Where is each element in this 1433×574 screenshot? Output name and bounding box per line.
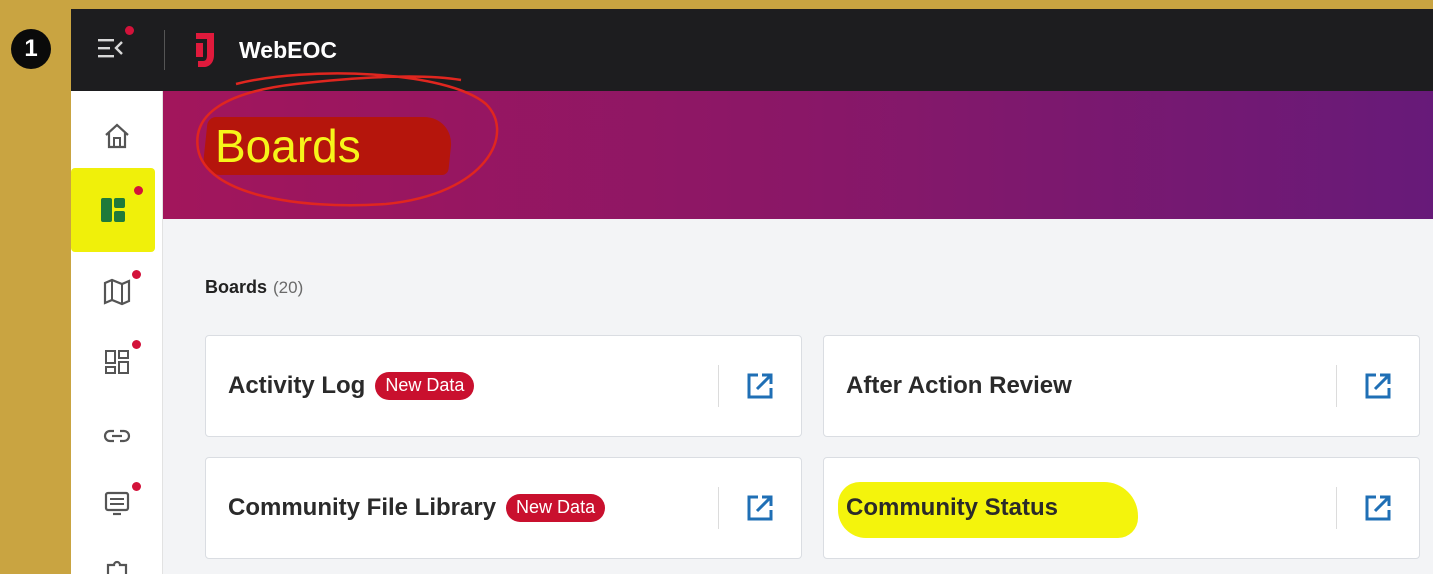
board-card-title-wrap: After Action Review xyxy=(824,372,1336,400)
sidebar-item-displays[interactable] xyxy=(71,473,163,535)
boards-icon xyxy=(101,198,125,222)
board-name[interactable]: Activity Log xyxy=(228,372,365,400)
board-name[interactable]: After Action Review xyxy=(846,372,1072,400)
open-board-button[interactable] xyxy=(719,457,801,559)
notification-dot xyxy=(132,270,141,279)
open-external-icon xyxy=(747,373,773,399)
boards-section-header: Boards (20) xyxy=(205,277,303,298)
sidebar-item-boards[interactable] xyxy=(71,168,155,252)
red-circle-annotation xyxy=(196,72,499,207)
notification-dot xyxy=(134,186,143,195)
display-icon xyxy=(104,491,130,516)
link-icon xyxy=(103,429,131,443)
sidebar-item-dashboards[interactable] xyxy=(71,331,163,393)
board-card-after-action-review[interactable]: After Action Review xyxy=(823,335,1420,437)
sidebar-item-links[interactable] xyxy=(71,405,163,467)
open-external-icon xyxy=(747,495,773,521)
board-card-title-wrap: Activity Log New Data xyxy=(206,372,718,400)
open-external-icon xyxy=(1365,495,1391,521)
open-external-icon xyxy=(1365,373,1391,399)
webeoc-window: WebEOC Boards Boards (20) Activity Log N… xyxy=(71,9,1433,574)
sidebar-item-home[interactable] xyxy=(71,105,163,167)
open-board-button[interactable] xyxy=(1337,335,1419,437)
home-icon xyxy=(105,123,129,149)
sidebar-item-maps[interactable] xyxy=(71,261,163,323)
app-title: WebEOC xyxy=(239,36,337,63)
board-name[interactable]: Community File Library xyxy=(228,494,496,522)
menu-toggle-button[interactable] xyxy=(71,9,151,91)
boards-count: (20) xyxy=(273,278,304,297)
notification-dot xyxy=(132,340,141,349)
sidebar xyxy=(71,91,163,574)
map-icon xyxy=(103,278,131,306)
new-data-badge: New Data xyxy=(375,372,475,400)
board-card-activity-log[interactable]: Activity Log New Data xyxy=(205,335,802,437)
open-board-button[interactable] xyxy=(719,335,801,437)
notification-dot xyxy=(132,482,141,491)
plugin-icon xyxy=(106,560,128,574)
board-name[interactable]: Community Status xyxy=(846,494,1058,522)
menu-collapse-icon xyxy=(96,36,126,64)
board-card-title-wrap: Community File Library New Data xyxy=(206,494,718,522)
notification-dot xyxy=(125,26,134,35)
dashboard-icon xyxy=(105,350,129,374)
open-board-button[interactable] xyxy=(1337,457,1419,559)
board-card-community-status[interactable]: Community Status xyxy=(823,457,1420,559)
board-card-community-file-library[interactable]: Community File Library New Data xyxy=(205,457,802,559)
sidebar-item-plugins[interactable] xyxy=(71,539,163,574)
board-card-title-wrap: Community Status xyxy=(824,482,1336,538)
header-divider xyxy=(164,30,165,70)
step-number-badge: 1 xyxy=(11,29,51,69)
new-data-badge: New Data xyxy=(506,494,606,522)
boards-section-label: Boards xyxy=(205,277,268,297)
